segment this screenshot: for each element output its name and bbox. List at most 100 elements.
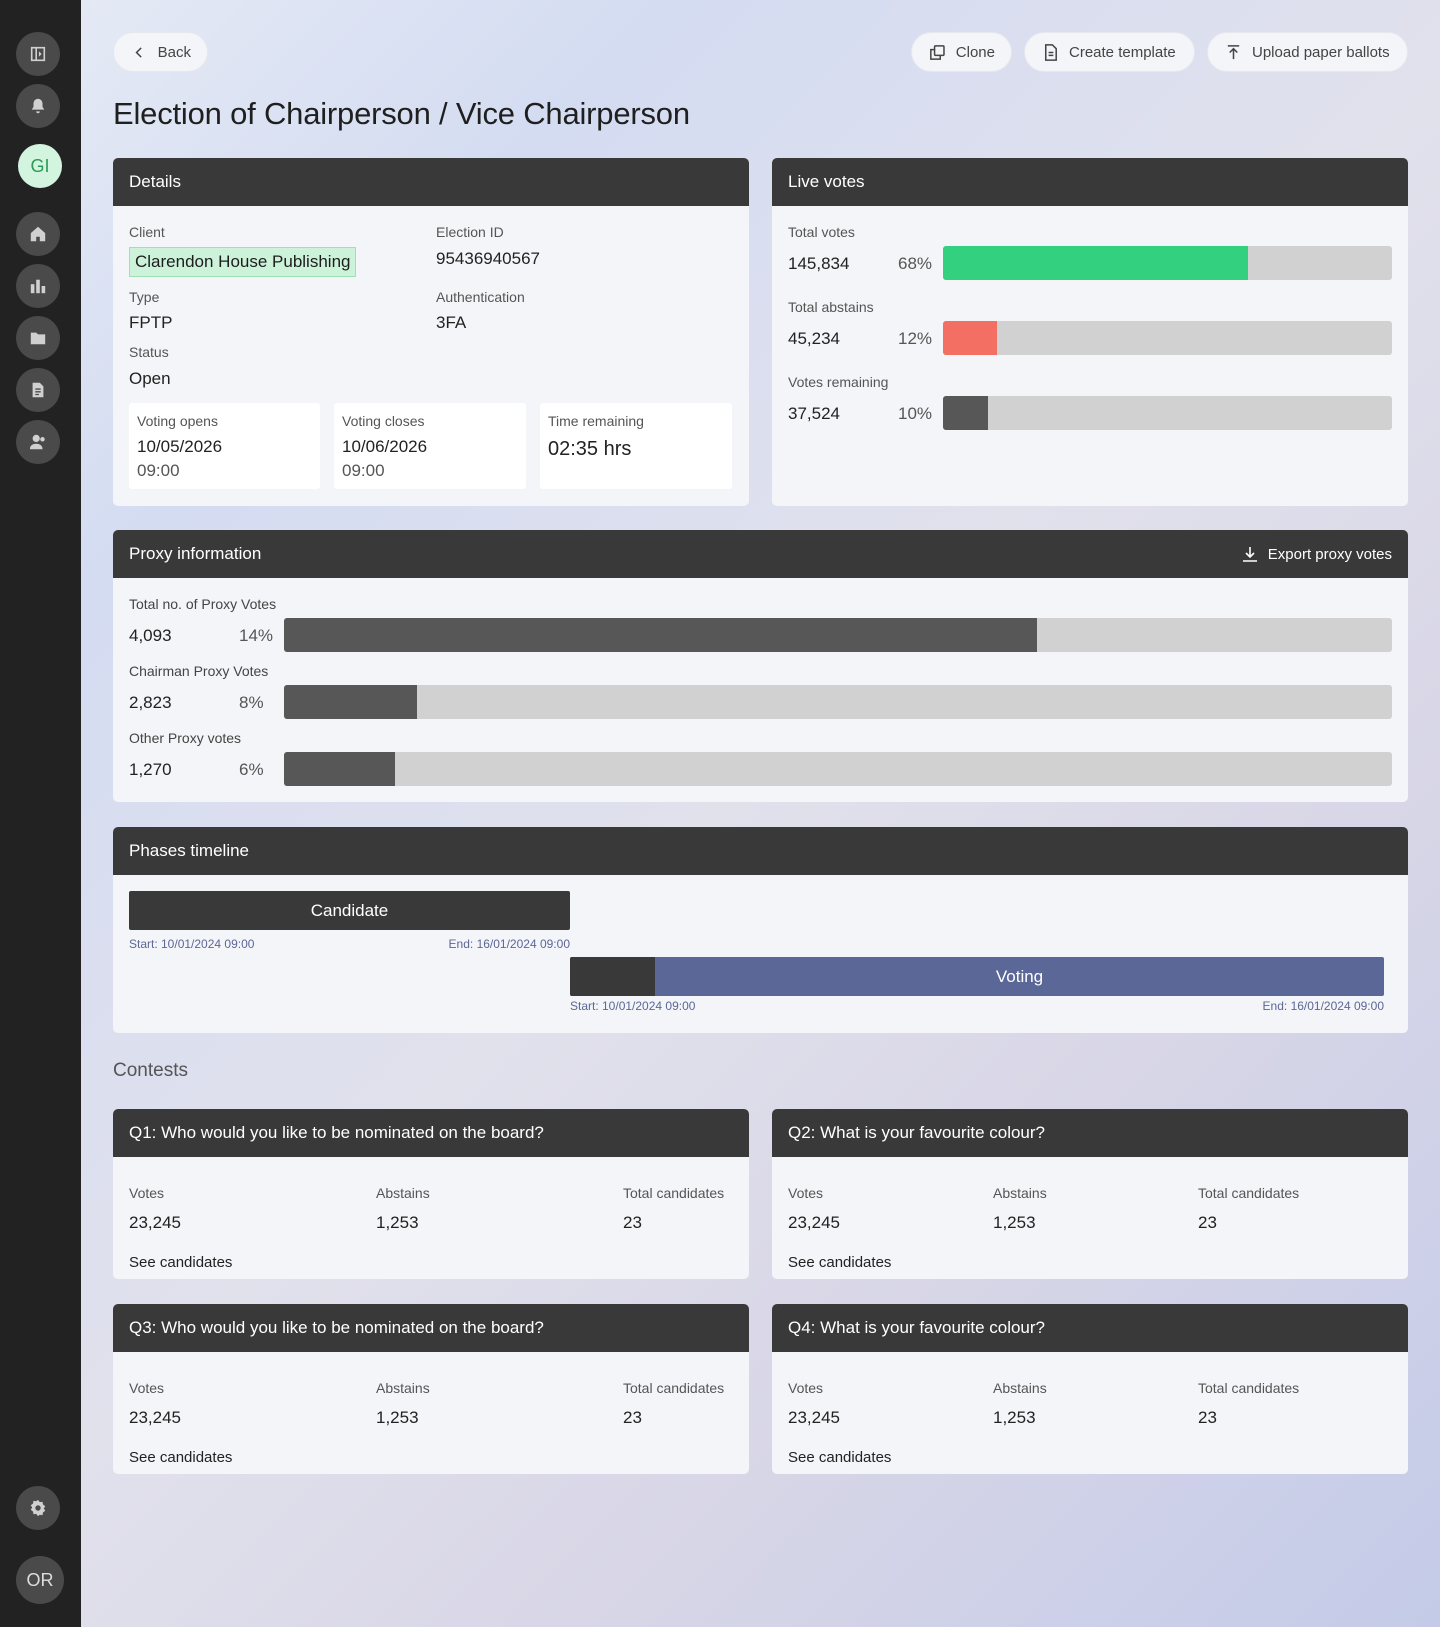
- clone-button[interactable]: Clone: [911, 32, 1012, 72]
- client-avatar[interactable]: GI: [18, 144, 62, 188]
- home-icon[interactable]: [16, 212, 60, 256]
- election-id-label: Election ID: [436, 224, 504, 240]
- proxy-total-bar-fill: [284, 618, 1038, 652]
- phases-header: Phases timeline: [113, 827, 1408, 875]
- votes-label: Votes: [129, 1185, 165, 1201]
- contest-header: Q2: What is your favourite colour?: [772, 1109, 1408, 1157]
- votes-remaining-bar-fill: [943, 396, 988, 430]
- user-avatar[interactable]: OR: [16, 1556, 64, 1604]
- proxy-other-pct: 6%: [239, 760, 264, 779]
- votes-value: 23,245: [129, 1213, 181, 1232]
- live-votes-card: Live votes Total votes 145,834 68% Total…: [772, 158, 1408, 506]
- auth-value: 3FA: [436, 313, 467, 332]
- candidates-value: 23: [623, 1213, 642, 1232]
- contest-title: Q3: Who would you like to be nominated o…: [129, 1318, 544, 1337]
- document-icon[interactable]: [16, 368, 60, 412]
- candidate-phase[interactable]: Candidate: [129, 891, 570, 930]
- proxy-chairman-bar: [284, 685, 1392, 719]
- proxy-chairman-pct: 8%: [239, 693, 264, 712]
- settings-icon[interactable]: [16, 1486, 60, 1530]
- export-proxy-votes-button[interactable]: Export proxy votes: [1240, 544, 1392, 564]
- contest-card-q2: Q2: What is your favourite colour? Votes…: [772, 1109, 1408, 1279]
- election-id-value: 95436940567: [436, 249, 541, 268]
- votes-label: Votes: [788, 1380, 824, 1396]
- total-votes-pct: 68%: [898, 254, 933, 273]
- type-value: FPTP: [129, 313, 173, 332]
- voting-closes-label: Voting closes: [342, 413, 425, 429]
- back-button[interactable]: Back: [113, 32, 208, 72]
- candidates-label: Total candidates: [1198, 1185, 1300, 1201]
- voting-closes-box: Voting closes 10/06/2026 09:00: [334, 403, 526, 489]
- time-remaining-box: Time remaining 02:35 hrs: [540, 403, 732, 489]
- abstains-label: Abstains: [993, 1380, 1047, 1396]
- votes-value: 23,245: [788, 1213, 840, 1232]
- total-abstains-bar: [943, 321, 1392, 355]
- votes-remaining-bar: [943, 396, 1392, 430]
- proxy-total-bar: [284, 618, 1392, 652]
- create-template-label: Create template: [1069, 43, 1176, 61]
- total-abstains-count: 45,234: [788, 329, 840, 348]
- contest-title: Q1: Who would you like to be nominated o…: [129, 1123, 544, 1142]
- status-value: Open: [129, 369, 171, 388]
- candidates-label: Total candidates: [623, 1185, 725, 1201]
- contest-header: Q4: What is your favourite colour?: [772, 1304, 1408, 1352]
- contest-card-q4: Q4: What is your favourite colour? Votes…: [772, 1304, 1408, 1474]
- live-votes-header: Live votes: [772, 158, 1408, 206]
- abstains-value: 1,253: [376, 1213, 419, 1232]
- voting-end: End: 16/01/2024 09:00: [1262, 999, 1384, 1013]
- folder-icon[interactable]: [16, 316, 60, 360]
- see-candidates-link[interactable]: See candidates: [129, 1254, 232, 1271]
- voting-opens-box: Voting opens 10/05/2026 09:00: [129, 403, 320, 489]
- create-template-button[interactable]: Create template: [1024, 32, 1195, 72]
- sidebar: GI OR: [0, 0, 81, 1627]
- details-title: Details: [129, 172, 181, 191]
- proxy-chairman-bar-fill: [284, 685, 417, 719]
- candidates-value: 23: [623, 1408, 642, 1427]
- sidebar-toggle-icon[interactable]: [16, 32, 60, 76]
- time-remaining-value: 02:35 hrs: [548, 438, 632, 460]
- users-icon[interactable]: [16, 420, 60, 464]
- proxy-other-count: 1,270: [129, 760, 172, 779]
- see-candidates-link[interactable]: See candidates: [788, 1254, 891, 1271]
- total-abstains-label: Total abstains: [788, 299, 874, 315]
- status-label: Status: [129, 344, 169, 360]
- proxy-header: Proxy information Export proxy votes: [113, 530, 1408, 578]
- contest-header: Q1: Who would you like to be nominated o…: [113, 1109, 749, 1157]
- candidates-value: 23: [1198, 1408, 1217, 1427]
- document-icon: [1044, 43, 1057, 61]
- total-votes-label: Total votes: [788, 224, 855, 240]
- candidate-start: Start: 10/01/2024 09:00: [129, 937, 255, 951]
- see-candidates-link[interactable]: See candidates: [129, 1449, 232, 1466]
- abstains-label: Abstains: [376, 1380, 430, 1396]
- abstains-value: 1,253: [993, 1408, 1036, 1427]
- see-candidates-link[interactable]: See candidates: [788, 1449, 891, 1466]
- voting-progress: [570, 957, 655, 996]
- voting-opens-date: 10/05/2026: [137, 437, 223, 456]
- voting-phase[interactable]: Voting: [570, 957, 1384, 996]
- proxy-other-bar: [284, 752, 1392, 786]
- proxy-total-count: 4,093: [129, 626, 172, 645]
- export-proxy-label: Export proxy votes: [1267, 545, 1392, 563]
- proxy-other-bar-fill: [284, 752, 395, 786]
- votes-remaining-pct: 10%: [898, 404, 933, 423]
- candidate-end: End: 16/01/2024 09:00: [448, 937, 570, 951]
- back-label: Back: [157, 43, 191, 61]
- abstains-label: Abstains: [993, 1185, 1047, 1201]
- contests-title: Contests: [113, 1060, 188, 1081]
- bell-icon[interactable]: [16, 84, 60, 128]
- voting-start: Start: 10/01/2024 09:00: [570, 999, 696, 1013]
- votes-remaining-count: 37,524: [788, 404, 840, 423]
- votes-remaining-label: Votes remaining: [788, 374, 889, 390]
- chart-icon[interactable]: [16, 264, 60, 308]
- votes-value: 23,245: [788, 1408, 840, 1427]
- abstains-label: Abstains: [376, 1185, 430, 1201]
- phases-card: Phases timeline Candidate Start: 10/01/2…: [113, 827, 1408, 1033]
- votes-label: Votes: [788, 1185, 824, 1201]
- proxy-chairman-label: Chairman Proxy Votes: [129, 663, 269, 679]
- client-label: Client: [129, 224, 165, 240]
- clone-label: Clone: [955, 43, 995, 61]
- upload-ballots-button[interactable]: Upload paper ballots: [1207, 32, 1408, 72]
- upload-label: Upload paper ballots: [1252, 43, 1390, 61]
- contest-title: Q4: What is your favourite colour?: [788, 1318, 1046, 1337]
- total-abstains-pct: 12%: [898, 329, 933, 348]
